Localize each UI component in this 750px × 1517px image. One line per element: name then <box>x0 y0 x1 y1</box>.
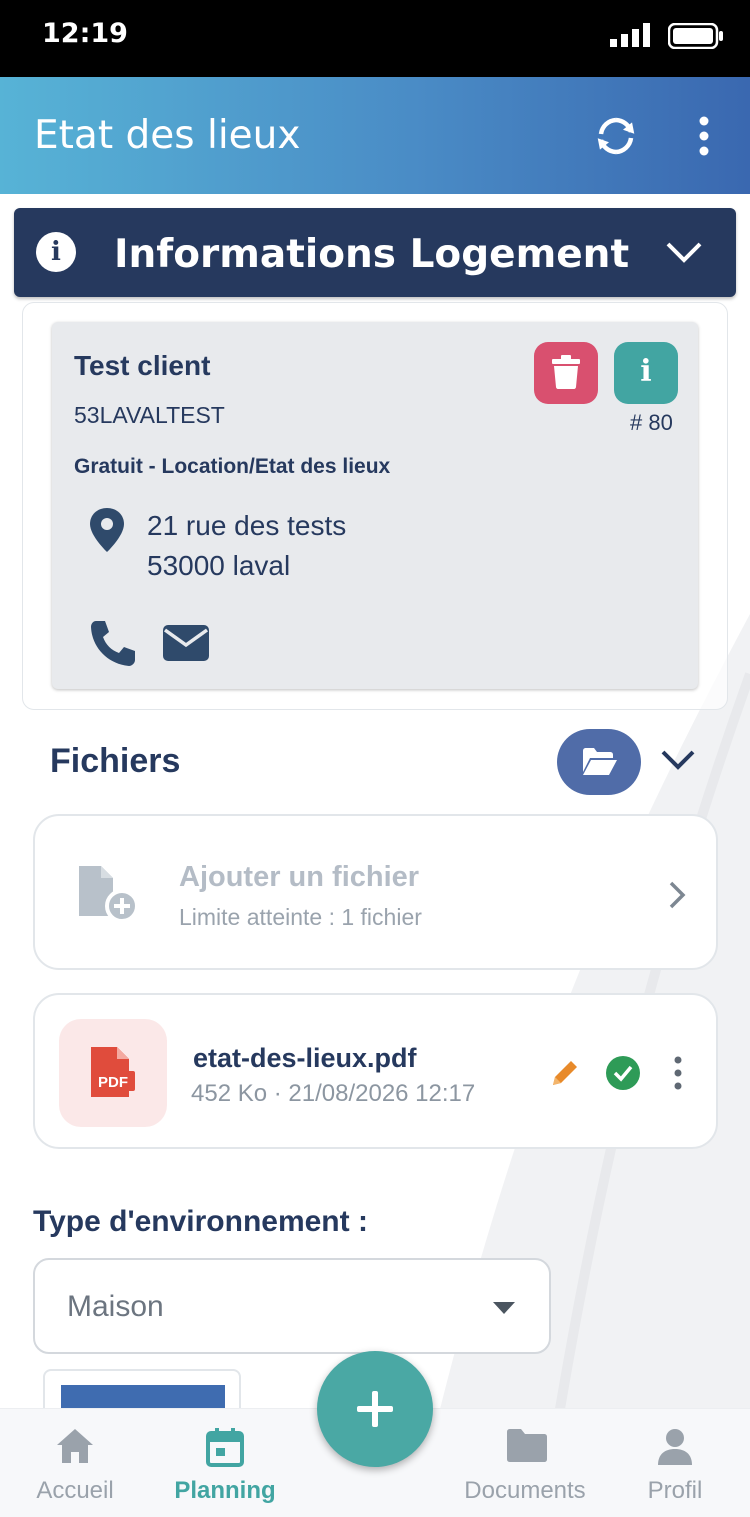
nav-label: Accueil <box>36 1477 114 1504</box>
add-file-title: Ajouter un fichier <box>179 861 420 893</box>
nav-item-profil[interactable]: Profil <box>600 1409 750 1517</box>
signal-icon <box>610 23 650 47</box>
chevron-down-icon[interactable] <box>664 240 704 266</box>
trash-icon <box>552 354 580 389</box>
delete-button[interactable] <box>534 342 598 404</box>
folder-icon <box>507 1429 547 1462</box>
calendar-icon <box>206 1428 244 1467</box>
home-icon <box>57 1429 93 1463</box>
envelope-icon[interactable] <box>162 624 210 662</box>
nav-item-planning[interactable]: Planning <box>150 1409 300 1517</box>
status-bar: 12:19 <box>0 0 750 77</box>
add-fab-button[interactable] <box>317 1351 433 1467</box>
app-bar: Etat des lieux <box>0 77 750 194</box>
plus-icon <box>357 1391 393 1427</box>
nav-label: Planning <box>174 1477 276 1504</box>
environment-type-select[interactable]: Maison <box>33 1258 551 1354</box>
add-file-subtitle: Limite atteinte : 1 fichier <box>179 904 422 930</box>
info-circle-icon: i <box>36 232 76 272</box>
chevron-down-icon[interactable] <box>660 748 696 772</box>
environment-type-label: Type d'environnement : <box>33 1205 368 1238</box>
phone-icon[interactable] <box>88 618 138 668</box>
client-type: Gratuit - Location/Etat des lieux <box>74 455 391 478</box>
client-code: 53LAVALTEST <box>74 402 225 428</box>
nav-label: Documents <box>464 1477 586 1504</box>
nav-label: Profil <box>647 1477 703 1504</box>
file-add-icon <box>79 866 139 923</box>
pdf-badge: PDF <box>98 1074 128 1091</box>
user-icon <box>658 1429 692 1465</box>
more-vertical-icon[interactable] <box>692 115 716 157</box>
section-title: Informations Logement <box>114 232 630 277</box>
address-line-2: 53000 laval <box>147 550 291 581</box>
address-line-1: 21 rue des tests <box>147 510 347 541</box>
section-header-informations-logement[interactable]: i Informations Logement <box>14 208 736 297</box>
check-circle-icon <box>606 1056 640 1090</box>
file-name: etat-des-lieux.pdf <box>193 1043 417 1073</box>
nav-item-accueil[interactable]: Accueil <box>0 1409 150 1517</box>
info-button[interactable]: i <box>614 342 678 404</box>
nav-item-documents[interactable]: Documents <box>450 1409 600 1517</box>
open-folder-button[interactable] <box>557 729 641 795</box>
chevron-right-icon <box>669 881 686 909</box>
add-file-button[interactable]: Ajouter un fichier Limite atteinte : 1 f… <box>33 814 718 970</box>
files-title: Fichiers <box>50 742 181 780</box>
pdf-file-icon: PDF <box>59 1019 167 1127</box>
environment-type-value: Maison <box>67 1290 164 1323</box>
map-pin-icon <box>90 508 124 552</box>
status-time: 12:19 <box>42 18 128 49</box>
file-meta: 452 Ko · 21/08/2026 12:17 <box>191 1080 476 1107</box>
page-title: Etat des lieux <box>34 113 301 158</box>
caret-down-icon <box>493 1302 515 1314</box>
client-id: # 80 <box>630 410 673 435</box>
folder-open-icon <box>583 748 617 775</box>
file-item[interactable]: PDF etat-des-lieux.pdf 452 Ko · 21/08/20… <box>33 993 718 1149</box>
client-card: Test client 53LAVALTEST Gratuit - Locati… <box>52 322 698 689</box>
more-vertical-icon[interactable] <box>671 1055 685 1091</box>
sync-icon[interactable] <box>594 114 638 158</box>
battery-icon <box>668 23 723 49</box>
pencil-icon[interactable] <box>549 1057 581 1089</box>
client-name: Test client <box>74 350 211 381</box>
